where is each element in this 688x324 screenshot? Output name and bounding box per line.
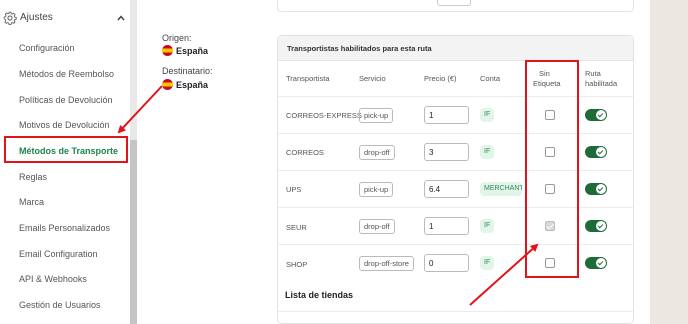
sidebar-item-email-configuration[interactable]: Email Configuration — [19, 249, 98, 259]
sidebar-item-emails-personalizados[interactable]: Emails Personalizados — [19, 223, 110, 233]
toggle-check-icon — [596, 147, 606, 157]
chevron-up-icon[interactable] — [116, 13, 126, 23]
route-enabled-toggle[interactable] — [585, 109, 607, 121]
route-enabled-toggle[interactable] — [585, 220, 607, 232]
origin-label: Origen: — [162, 33, 192, 43]
column-header-carrier: Transportista — [286, 74, 330, 83]
carriers-card-header: Transportistas habilitados para esta rut… — [278, 36, 633, 61]
carriers-card-title: Transportistas habilitados para esta rut… — [287, 44, 432, 53]
sidebar-item-api-webhooks[interactable]: API & Webhooks — [19, 274, 87, 284]
origin-country: España — [176, 46, 209, 56]
price-input[interactable]: 1 — [424, 106, 469, 124]
toggle-check-icon — [596, 184, 606, 194]
row-divider — [278, 311, 633, 312]
row-divider — [278, 244, 633, 245]
annotation-highlight-box — [525, 60, 579, 278]
annotation-highlight-box — [4, 136, 128, 163]
row-divider — [278, 207, 633, 208]
row-divider — [278, 96, 633, 97]
account-badge: MERCHANT — [480, 182, 522, 196]
toggle-check-icon — [596, 110, 606, 120]
sidebar-scrollbar-thumb[interactable] — [130, 140, 137, 324]
column-header-account: Conta — [480, 74, 501, 83]
price-input[interactable]: 0 — [424, 254, 469, 272]
column-header-price: Precio (€) — [424, 74, 457, 83]
route-enabled-toggle[interactable] — [585, 183, 607, 195]
account-badge: IF — [480, 108, 495, 122]
page-background — [650, 0, 688, 324]
carrier-name: UPS — [286, 185, 302, 194]
carrier-name: CORREOS — [286, 148, 324, 157]
sidebar-item-motivos-devolucion[interactable]: Motivos de Devolución — [19, 120, 110, 130]
service-select[interactable]: drop-off — [359, 219, 395, 234]
account-badge: IF — [480, 145, 495, 159]
service-select[interactable]: drop-off — [359, 145, 395, 160]
destination-country: España — [176, 80, 209, 90]
toggle-check-icon — [596, 221, 606, 231]
row-divider — [278, 170, 633, 171]
route-enabled-toggle[interactable] — [585, 257, 607, 269]
service-select[interactable]: pick-up — [359, 182, 394, 197]
sidebar-title: Ajustes — [20, 12, 53, 23]
price-input[interactable]: 3 — [424, 143, 469, 161]
price-input[interactable]: 6.4 — [424, 180, 469, 198]
previous-card-input[interactable] — [437, 0, 471, 6]
sidebar-item-reglas[interactable]: Reglas — [19, 172, 47, 182]
destination-label: Destinatario: — [162, 66, 213, 76]
carrier-name: SHOP — [286, 260, 308, 269]
column-header-route-enabled-1: Ruta — [585, 69, 601, 78]
sidebar-item-gestion-usuarios[interactable]: Gestión de Usuarios — [19, 300, 101, 310]
toggle-check-icon — [596, 258, 606, 268]
spain-flag-icon — [162, 45, 173, 56]
carrier-name: CORREOS-EXPRESS — [286, 111, 362, 120]
gear-icon — [3, 11, 17, 25]
route-enabled-toggle[interactable] — [585, 146, 607, 158]
spain-flag-icon — [162, 79, 173, 90]
carrier-name: SEUR — [286, 223, 307, 232]
row-divider — [278, 133, 633, 134]
stores-section-title: Lista de tiendas — [285, 290, 354, 300]
service-select[interactable]: pick-up — [359, 108, 394, 123]
sidebar: Ajustes Configuración Métodos de Reembol… — [0, 0, 137, 324]
sidebar-header[interactable]: Ajustes — [0, 8, 137, 30]
price-input[interactable]: 1 — [424, 217, 469, 235]
sidebar-item-marca[interactable]: Marca — [19, 197, 44, 207]
sidebar-item-configuracion[interactable]: Configuración — [19, 43, 75, 53]
account-badge: IF — [480, 219, 495, 233]
account-badge: IF — [480, 256, 495, 270]
column-header-service: Servicio — [359, 74, 386, 83]
sidebar-item-politicas-devolucion[interactable]: Políticas de Devolución — [19, 95, 113, 105]
sidebar-item-metodos-reembolso[interactable]: Métodos de Reembolso — [19, 69, 114, 79]
service-select[interactable]: drop-off-store — [359, 256, 414, 271]
column-header-route-enabled-2: habilitada — [585, 79, 618, 88]
